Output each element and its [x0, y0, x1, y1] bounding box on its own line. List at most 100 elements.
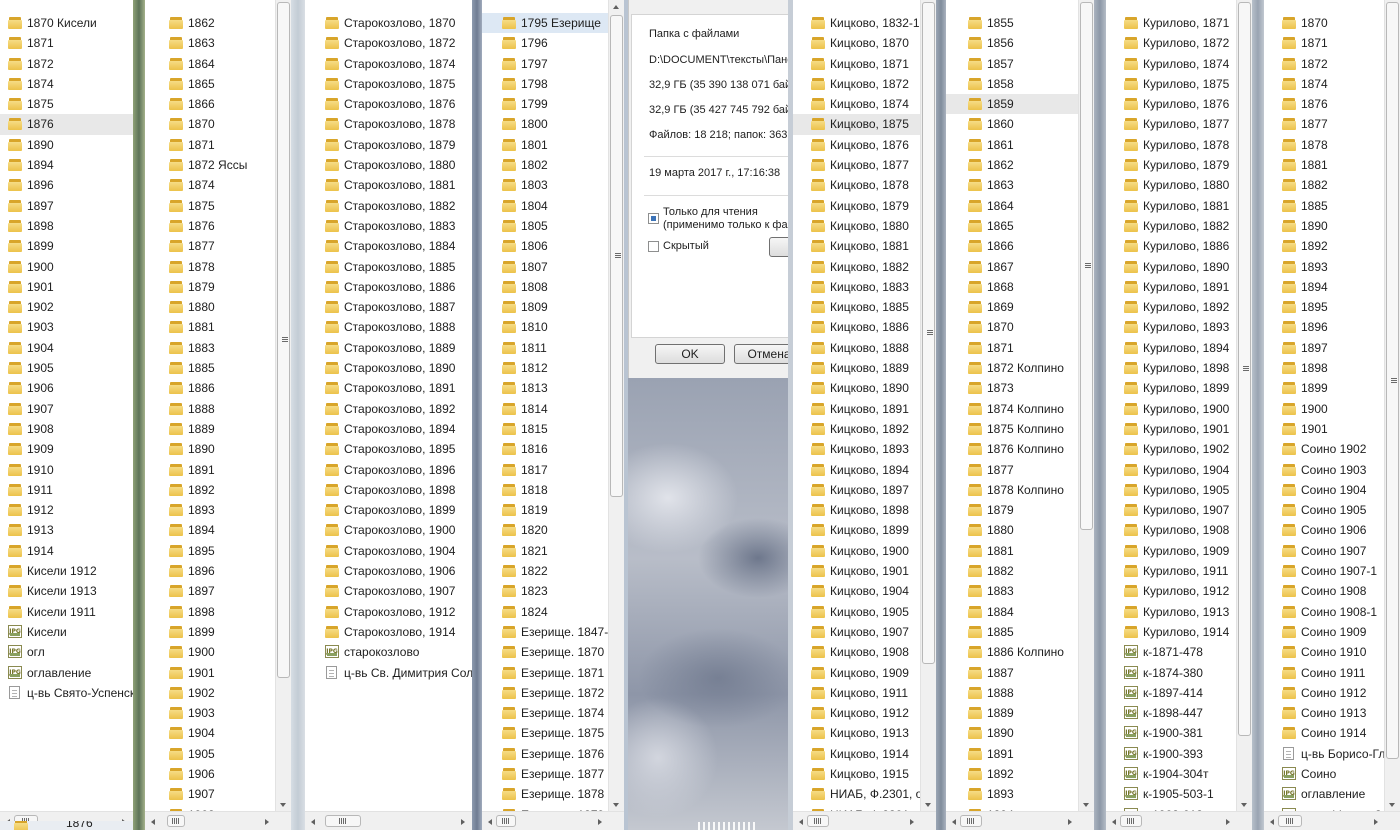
folder-item[interactable]: Старокозлово, 1887	[305, 297, 472, 317]
file-item[interactable]: JPG к-1874-380	[1106, 663, 1236, 683]
folder-item[interactable]: 1912	[0, 500, 133, 520]
folder-item[interactable]: 1885	[145, 358, 275, 378]
scrollbar-thumb[interactable]	[325, 815, 361, 827]
horizontal-scrollbar[interactable]	[1264, 811, 1400, 830]
folder-item[interactable]: 1878	[1264, 135, 1384, 155]
folder-item[interactable]: Старокозлово, 1906	[305, 561, 472, 581]
folder-item[interactable]: Курилово, 1909	[1106, 541, 1236, 561]
folder-item[interactable]: Курилово, 1872	[1106, 33, 1236, 53]
folder-item[interactable]: Соино 1913	[1264, 703, 1384, 723]
folder-item[interactable]: 1899	[145, 622, 275, 642]
vertical-scrollbar[interactable]	[1384, 0, 1400, 812]
file-item[interactable]: JPG оглавление	[0, 663, 133, 683]
folder-item[interactable]: 1891	[946, 744, 1078, 764]
folder-item[interactable]: 1871	[1264, 33, 1384, 53]
folder-item[interactable]: 1862	[145, 13, 275, 33]
folder-item[interactable]: Соино 1907	[1264, 541, 1384, 561]
folder-item[interactable]: 1823	[482, 581, 608, 601]
folder-item[interactable]: 1899	[0, 236, 133, 256]
folder-item[interactable]: 1904	[0, 338, 133, 358]
folder-item[interactable]: 1881	[1264, 155, 1384, 175]
folder-item[interactable]: 1865	[946, 216, 1078, 236]
folder-item[interactable]: Кицково, 1885	[793, 297, 920, 317]
folder-item[interactable]: 1878 Колпино	[946, 480, 1078, 500]
folder-item[interactable]: 1880	[946, 520, 1078, 540]
folder-item[interactable]: Езерище. 1876	[482, 744, 608, 764]
folder-item[interactable]: Старокозлово, 1899	[305, 500, 472, 520]
folder-item[interactable]: 1893	[1264, 257, 1384, 277]
folder-item[interactable]: 1870 Кисели	[0, 13, 133, 33]
folder-item[interactable]: Езерище. 1878	[482, 784, 608, 804]
folder-item[interactable]: 1874	[1264, 74, 1384, 94]
folder-item[interactable]: 1876	[0, 114, 133, 135]
folder-item[interactable]: Курилово, 1886	[1106, 236, 1236, 256]
folder-item[interactable]: 1877	[1264, 114, 1384, 134]
folder-item[interactable]: Езерище. 1870	[482, 642, 608, 662]
folder-item[interactable]: Кицково, 1905	[793, 602, 920, 622]
folder-item[interactable]: 1812	[482, 358, 608, 378]
folder-item[interactable]: Езерище. 1847-18	[482, 622, 608, 642]
folder-item[interactable]: 1810	[482, 317, 608, 337]
folder-item[interactable]: 1871	[145, 135, 275, 155]
folder-item[interactable]: Старокозлово, 1879	[305, 135, 472, 155]
folder-item[interactable]: 1870	[946, 317, 1078, 337]
folder-item[interactable]: Курилово, 1891	[1106, 277, 1236, 297]
scrollbar-thumb[interactable]	[496, 815, 516, 827]
folder-item[interactable]: Старокозлово, 1891	[305, 378, 472, 398]
folder-item[interactable]: 1892	[946, 764, 1078, 784]
folder-item[interactable]: 1897	[145, 581, 275, 601]
folder-item[interactable]: Кицково, 1900	[793, 541, 920, 561]
folder-item[interactable]: Курилово, 1882	[1106, 216, 1236, 236]
folder-item[interactable]: 1890	[946, 723, 1078, 743]
folder-item[interactable]: Курилово, 1901	[1106, 419, 1236, 439]
folder-item[interactable]: Соино 1912	[1264, 683, 1384, 703]
folder-item[interactable]: Курилово, 1905	[1106, 480, 1236, 500]
folder-item[interactable]: Курилово, 1874	[1106, 54, 1236, 74]
folder-item[interactable]: 1855	[946, 13, 1078, 33]
folder-item[interactable]: Старокозлово, 1876	[305, 94, 472, 114]
folder-item[interactable]: Старокозлово, 1900	[305, 520, 472, 540]
scroll-down-arrow-icon[interactable]	[1385, 798, 1400, 812]
folder-item[interactable]: 1906	[145, 764, 275, 784]
folder-item[interactable]: 1802	[482, 155, 608, 175]
scroll-down-arrow-icon[interactable]	[609, 798, 624, 812]
folder-item[interactable]: Старокозлово, 1914	[305, 622, 472, 642]
folder-item[interactable]: Курилово, 1911	[1106, 561, 1236, 581]
folder-item[interactable]: Старокозлово, 1881	[305, 175, 472, 195]
scroll-left-arrow-icon[interactable]	[947, 814, 961, 828]
scrollbar-thumb[interactable]	[1120, 815, 1142, 827]
folder-item[interactable]: Старокозлово, 1892	[305, 399, 472, 419]
scrollbar-thumb[interactable]	[1278, 815, 1302, 827]
folder-item[interactable]: 1910	[0, 460, 133, 480]
folder-item[interactable]: 1859	[946, 94, 1078, 115]
folder-item[interactable]: Соино 1910	[1264, 642, 1384, 662]
folder-item[interactable]: 1879	[145, 277, 275, 297]
folder-item[interactable]: Кицково, 1893	[793, 439, 920, 459]
folder-item[interactable]: 1798	[482, 74, 608, 94]
folder-item[interactable]: Кицково, 1889	[793, 358, 920, 378]
vertical-scrollbar[interactable]	[608, 0, 624, 812]
folder-item[interactable]: Кицково, 1832-18	[793, 13, 920, 33]
folder-item[interactable]: 1877	[145, 236, 275, 256]
folder-item[interactable]: 1871	[946, 338, 1078, 358]
vertical-scrollbar[interactable]	[1078, 0, 1094, 812]
folder-item[interactable]: Старокозлово, 1870	[305, 13, 472, 33]
folder-item[interactable]: 1914	[0, 541, 133, 561]
folder-item[interactable]: Езерище. 1872	[482, 683, 608, 703]
folder-item[interactable]: 1865	[145, 74, 275, 94]
folder-item[interactable]: Кисели 1913	[0, 581, 133, 601]
folder-item[interactable]: 1905	[145, 744, 275, 764]
folder-item[interactable]: 1808	[482, 277, 608, 297]
folder-item[interactable]: 1909	[0, 439, 133, 459]
folder-item[interactable]: 1901	[0, 277, 133, 297]
folder-item[interactable]: Старокозлово, 1895	[305, 439, 472, 459]
file-item[interactable]: ц-вь Св. Димитрия Сол	[305, 663, 472, 683]
horizontal-scrollbar[interactable]	[1106, 811, 1252, 830]
ok-button[interactable]: OK	[655, 344, 725, 364]
folder-item[interactable]: Старокозлово, 1907	[305, 581, 472, 601]
folder-item[interactable]: 1873	[946, 378, 1078, 398]
folder-item[interactable]: 1875 Колпино	[946, 419, 1078, 439]
folder-item[interactable]: 1900	[145, 642, 275, 662]
folder-item[interactable]: Кицково, 1908	[793, 642, 920, 662]
scrollbar-thumb[interactable]	[807, 815, 829, 827]
